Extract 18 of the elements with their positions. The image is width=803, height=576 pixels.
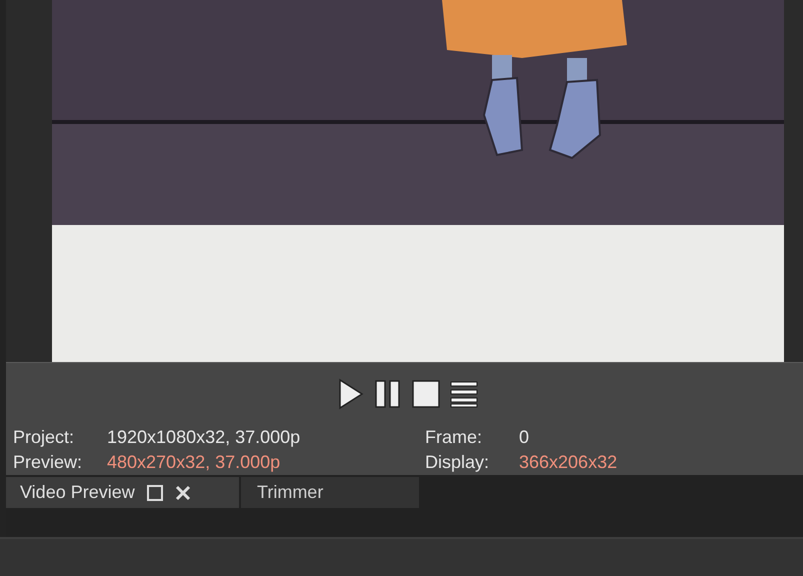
info-label: Display:: [425, 451, 490, 474]
tab[interactable]: Trimmer: [241, 477, 419, 508]
info-value: 366x206x32: [519, 451, 618, 474]
tab-label: Trimmer: [257, 481, 324, 504]
close-icon[interactable]: [174, 484, 191, 500]
maximize-icon[interactable]: [146, 484, 163, 500]
info-label: Preview:: [13, 451, 84, 474]
tab-label: Video Preview: [20, 481, 135, 504]
pause-icon[interactable]: [374, 379, 402, 409]
play-icon[interactable]: [338, 378, 364, 410]
tab[interactable]: Video Preview: [6, 477, 239, 508]
info-value: 1920x1080x32, 37.000p: [107, 426, 300, 449]
info-label: Project:: [13, 426, 76, 449]
stop-icon[interactable]: [412, 380, 440, 408]
info-value: 0: [519, 426, 530, 449]
info-label: Frame:: [425, 426, 484, 449]
menu-icon[interactable]: [450, 380, 478, 408]
info-value: 480x270x32, 37.000p: [107, 451, 280, 474]
